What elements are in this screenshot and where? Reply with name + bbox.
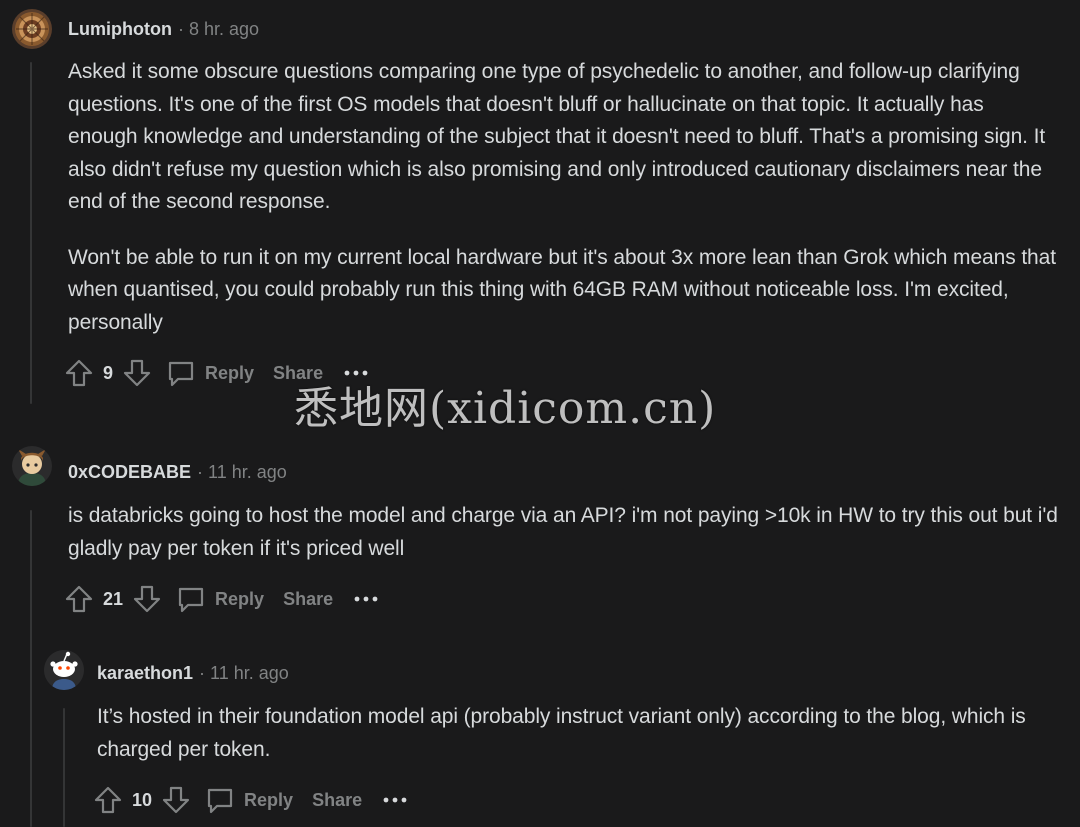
comment-body: It’s hosted in their foundation model ap… bbox=[97, 701, 1062, 766]
meta-separator: · bbox=[177, 19, 184, 39]
comment-actions: 21 Reply Share bbox=[64, 582, 379, 616]
timestamp[interactable]: 8 hr. ago bbox=[189, 19, 259, 40]
reply-button[interactable]: Reply bbox=[166, 358, 254, 388]
more-options-button[interactable] bbox=[382, 796, 408, 804]
vote-count: 10 bbox=[132, 789, 153, 810]
ellipsis-icon bbox=[344, 370, 368, 376]
downvote-icon[interactable] bbox=[122, 358, 152, 388]
comment-body: is databricks going to host the model an… bbox=[68, 500, 1063, 565]
timestamp[interactable]: 11 hr. ago bbox=[208, 462, 287, 483]
downvote-icon[interactable] bbox=[161, 785, 191, 815]
comment-paragraph: Asked it some obscure questions comparin… bbox=[68, 60, 1046, 213]
reply-label: Reply bbox=[205, 362, 255, 383]
avatar[interactable] bbox=[12, 9, 52, 49]
comment-meta: karaethon1 · 11 hr. ago bbox=[97, 663, 289, 684]
ellipsis-icon bbox=[354, 596, 378, 602]
vote-count: 9 bbox=[103, 362, 114, 383]
avatar-image bbox=[44, 650, 84, 690]
timestamp[interactable]: 11 hr. ago bbox=[210, 663, 289, 684]
reply-button[interactable]: Reply bbox=[176, 584, 264, 614]
meta-separator: · bbox=[199, 663, 206, 683]
comment-bubble-icon bbox=[207, 788, 233, 814]
comment-actions: 10 Reply Share bbox=[93, 783, 408, 817]
reply-label: Reply bbox=[215, 588, 265, 609]
reply-button[interactable]: Reply bbox=[205, 785, 293, 815]
downvote-icon[interactable] bbox=[132, 584, 162, 614]
comment-thread: Lumiphoton · 8 hr. ago Asked it some obs… bbox=[0, 0, 1080, 827]
comment-bubble-icon bbox=[168, 361, 194, 387]
comment-paragraph: is databricks going to host the model an… bbox=[68, 504, 1058, 560]
comment-paragraph: Won't be able to run it on my current lo… bbox=[68, 245, 1056, 334]
avatar[interactable] bbox=[12, 446, 52, 486]
more-options-button[interactable] bbox=[353, 595, 379, 603]
author-name[interactable]: Lumiphoton bbox=[68, 19, 172, 40]
share-button[interactable]: Share bbox=[283, 589, 333, 610]
thread-line-1[interactable] bbox=[30, 62, 32, 404]
meta-separator: · bbox=[197, 462, 204, 482]
comment-meta: 0xCODEBABE · 11 hr. ago bbox=[68, 462, 287, 483]
upvote-icon[interactable] bbox=[93, 785, 123, 815]
comment-actions: 9 Reply Share bbox=[64, 356, 369, 390]
vote-count: 21 bbox=[103, 588, 124, 609]
comment-bubble-icon bbox=[178, 587, 204, 613]
author-name[interactable]: karaethon1 bbox=[97, 663, 193, 684]
avatar-image bbox=[12, 9, 52, 49]
avatar-image bbox=[12, 446, 52, 486]
thread-line-3[interactable] bbox=[63, 708, 65, 827]
comment-paragraph: It’s hosted in their foundation model ap… bbox=[97, 705, 1026, 761]
avatar[interactable] bbox=[44, 650, 84, 690]
upvote-icon[interactable] bbox=[64, 358, 94, 388]
thread-line-2[interactable] bbox=[30, 510, 32, 827]
author-name[interactable]: 0xCODEBABE bbox=[68, 462, 191, 483]
share-button[interactable]: Share bbox=[312, 790, 362, 811]
more-options-button[interactable] bbox=[343, 369, 369, 377]
reply-label: Reply bbox=[244, 789, 294, 810]
upvote-icon[interactable] bbox=[64, 584, 94, 614]
share-button[interactable]: Share bbox=[273, 363, 323, 384]
ellipsis-icon bbox=[383, 797, 407, 803]
comment-body: Asked it some obscure questions comparin… bbox=[68, 56, 1058, 339]
comment-meta: Lumiphoton · 8 hr. ago bbox=[68, 19, 259, 40]
